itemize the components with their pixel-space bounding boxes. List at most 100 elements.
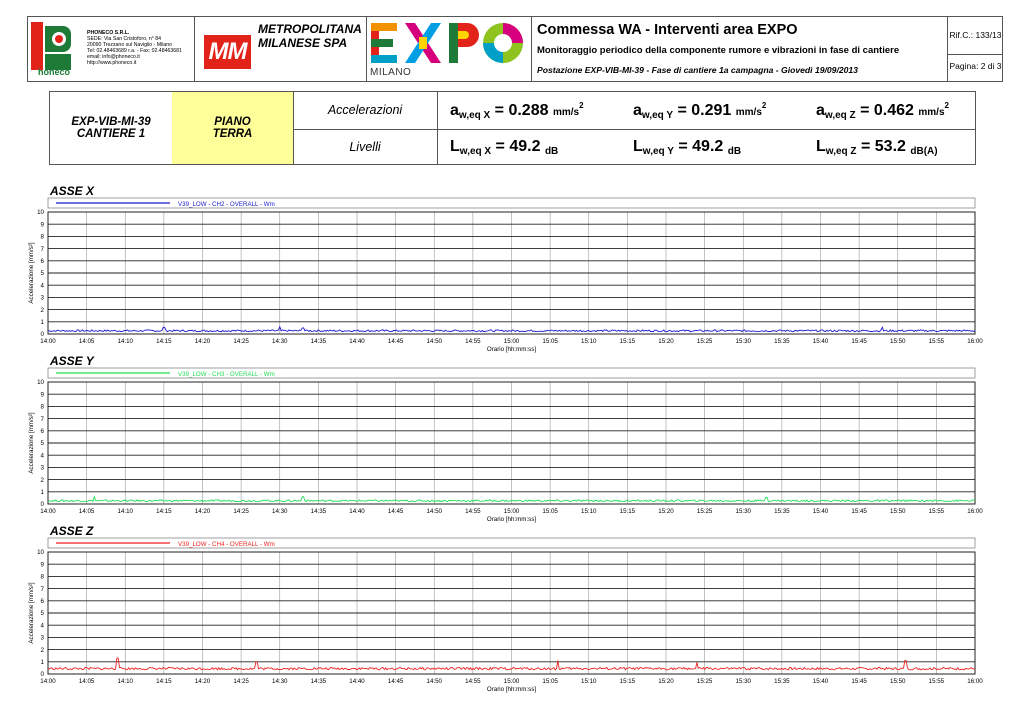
summary-table: EXP-VIB-MI-39 CANTIERE 1 PIANO TERRA Acc… (49, 91, 976, 165)
station-cell: EXP-VIB-MI-39 CANTIERE 1 (50, 92, 173, 164)
x-tick-label: 14:35 (311, 338, 327, 345)
column-divider (437, 92, 438, 164)
y-tick-label: 0 (41, 671, 45, 678)
x-tick-label: 16:00 (967, 678, 983, 685)
chart-asse-z: V39_LOW - CH4 - OVERALL - Wm14:00 14:05 14… (28, 537, 983, 693)
reference-cell: Rif.C.: 133/13 Pagina: 2 di 3 (948, 17, 1003, 81)
y-tick-label: 5 (41, 440, 45, 447)
station-site: CANTIERE 1 (76, 128, 146, 140)
phoneco-logo-word: honeco (38, 67, 71, 77)
x-tick-label: 14:55 (465, 678, 481, 685)
y-tick-label: 4 (41, 622, 45, 629)
y-tick-label: 5 (41, 270, 45, 277)
y-tick-label: 2 (41, 307, 45, 314)
floor-line: TERRA (212, 128, 253, 140)
x-tick-label: 15:45 (851, 338, 867, 345)
x-axis-label: Orario [hh:mm:ss] (487, 346, 536, 353)
x-tick-label: 14:05 (79, 338, 95, 345)
x-tick-label: 15:55 (929, 678, 945, 685)
station-line: Postazione EXP-VIB-MI-39 - Fase di canti… (537, 65, 858, 75)
y-tick-label: 3 (41, 635, 45, 642)
y-tick-label: 4 (41, 452, 45, 459)
x-tick-label: 15:10 (581, 338, 597, 345)
x-tick-label: 15:50 (890, 678, 906, 685)
x-tick-label: 14:15 (156, 508, 172, 515)
x-tick-label: 15:25 (697, 508, 713, 515)
y-axis-label: Accelerazione [mm/s²] (28, 412, 35, 473)
y-tick-label: 7 (41, 246, 45, 253)
x-tick-label: 15:00 (504, 338, 520, 345)
x-tick-label: 15:20 (658, 678, 674, 685)
x-axis-label: Orario [hh:mm:ss] (487, 516, 536, 523)
x-tick-label: 15:10 (581, 508, 597, 515)
x-tick-label: 15:25 (697, 338, 713, 345)
y-tick-label: 1 (41, 489, 45, 496)
mm-logo-cell: MM METROPOLITANA MILANESE SPA (195, 17, 367, 81)
mm-name-line: MILANESE SPA (258, 36, 348, 50)
x-tick-label: 14:35 (311, 508, 327, 515)
x-tick-label: 15:45 (851, 678, 867, 685)
y-tick-label: 2 (41, 647, 45, 654)
y-tick-label: 2 (41, 477, 45, 484)
y-tick-label: 9 (41, 561, 45, 568)
y-tick-label: 7 (41, 586, 45, 593)
x-tick-label: 14:50 (427, 508, 443, 515)
x-axis-label: Orario [hh:mm:ss] (487, 686, 536, 693)
x-tick-label: 14:40 (349, 678, 365, 685)
y-tick-label: 10 (37, 549, 44, 556)
x-tick-label: 14:40 (349, 508, 365, 515)
floor-line: PIANO (214, 116, 251, 128)
title-cell: Commessa WA - Interventi area EXPO Monit… (532, 17, 948, 81)
x-tick-label: 14:55 (465, 508, 481, 515)
x-tick-label: 14:45 (388, 678, 404, 685)
y-tick-label: 1 (41, 319, 45, 326)
station-id: EXP-VIB-MI-39 (71, 116, 151, 128)
x-tick-label: 15:40 (813, 338, 829, 345)
x-tick-label: 15:30 (736, 338, 752, 345)
report-header: honeco PHONECO S.R.L. SEDE: Via San Cris… (27, 16, 1003, 82)
x-tick-label: 15:15 (620, 338, 636, 345)
x-tick-label: 14:35 (311, 678, 327, 685)
x-tick-label: 14:50 (427, 338, 443, 345)
x-tick-label: 14:40 (349, 338, 365, 345)
mm-logo: MM (204, 35, 251, 69)
x-tick-label: 14:05 (79, 678, 95, 685)
y-tick-label: 1 (41, 659, 45, 666)
x-tick-label: 14:55 (465, 338, 481, 345)
mm-company-name: METROPOLITANA MILANESE SPA (258, 22, 362, 50)
x-tick-label: 15:40 (813, 508, 829, 515)
x-tick-label: 15:10 (581, 678, 597, 685)
y-tick-label: 10 (37, 379, 44, 386)
y-tick-label: 7 (41, 416, 45, 423)
x-tick-label: 15:55 (929, 338, 945, 345)
y-tick-label: 4 (41, 282, 45, 289)
x-tick-label: 14:30 (272, 338, 288, 345)
y-tick-label: 0 (41, 331, 45, 338)
report-subtitle: Monitoraggio periodico della componente … (537, 45, 900, 56)
x-tick-label: 15:35 (774, 678, 790, 685)
y-axis-label: Accelerazione [mm/s²] (28, 582, 35, 643)
reference-code: Rif.C.: 133/13 (949, 30, 1002, 40)
x-tick-label: 15:40 (813, 678, 829, 685)
floor-cell: PIANO TERRA (172, 92, 294, 164)
x-tick-label: 14:00 (40, 678, 56, 685)
x-tick-label: 14:20 (195, 338, 211, 345)
reference-divider (948, 54, 1003, 55)
x-tick-label: 15:00 (504, 678, 520, 685)
x-tick-label: 14:20 (195, 678, 211, 685)
level-x-value: Lw,eq X = 49.2 dB (450, 138, 559, 157)
x-tick-label: 14:10 (118, 338, 134, 345)
x-tick-label: 14:20 (195, 508, 211, 515)
x-tick-label: 14:15 (156, 678, 172, 685)
chart-asse-y: V39_LOW - CH3 - OVERALL - Wm14:00 14:05 14… (28, 367, 983, 523)
legend-label: V39_LOW - CH3 - OVERALL - Wm (178, 371, 275, 378)
x-tick-label: 15:05 (542, 508, 558, 515)
x-tick-label: 14:10 (118, 678, 134, 685)
x-tick-label: 15:45 (851, 508, 867, 515)
y-tick-label: 3 (41, 465, 45, 472)
x-tick-label: 16:00 (967, 508, 983, 515)
page-number: Pagina: 2 di 3 (949, 61, 1002, 71)
y-tick-label: 9 (41, 391, 45, 398)
y-tick-label: 10 (37, 209, 44, 216)
x-tick-label: 15:55 (929, 508, 945, 515)
